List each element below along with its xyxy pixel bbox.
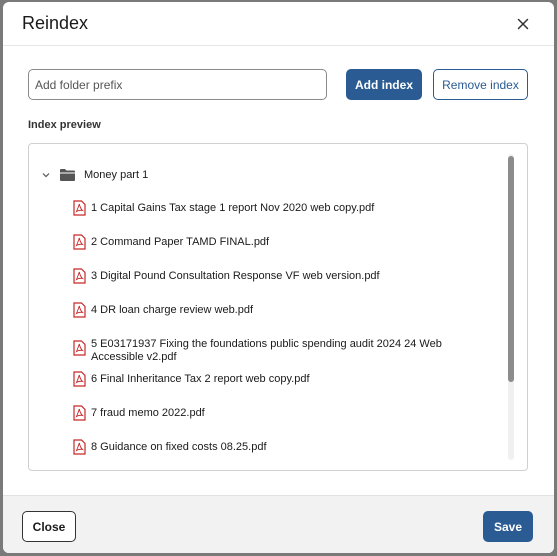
file-name: 6 Final Inheritance Tax 2 report web cop… bbox=[91, 373, 310, 385]
close-icon[interactable] bbox=[513, 14, 533, 34]
pdf-icon bbox=[73, 405, 86, 421]
file-item[interactable]: 8 Guidance on fixed costs 08.25.pdf bbox=[73, 439, 491, 455]
file-item[interactable]: 3 Digital Pound Consultation Response VF… bbox=[73, 268, 491, 284]
file-name: 4 DR loan charge review web.pdf bbox=[91, 304, 254, 316]
chevron-down-icon[interactable] bbox=[41, 170, 51, 180]
folder-row[interactable]: Money part 1 bbox=[41, 166, 148, 184]
pdf-icon bbox=[73, 268, 86, 284]
file-name: 7 fraud memo 2022.pdf bbox=[91, 407, 205, 419]
dialog-header: Reindex bbox=[3, 2, 554, 46]
pdf-icon bbox=[73, 371, 86, 387]
index-preview-panel: Money part 1 1 Capital Gains Tax stage 1… bbox=[28, 143, 528, 471]
folder-prefix-input[interactable] bbox=[28, 69, 327, 100]
scrollbar-thumb[interactable] bbox=[508, 156, 514, 382]
remove-index-button[interactable]: Remove index bbox=[433, 69, 528, 100]
pdf-icon bbox=[73, 439, 86, 455]
file-item[interactable]: 6 Final Inheritance Tax 2 report web cop… bbox=[73, 371, 491, 387]
index-preview-label: Index preview bbox=[28, 119, 101, 131]
file-item[interactable]: 2 Command Paper TAMD FINAL.pdf bbox=[73, 234, 491, 250]
add-index-button[interactable]: Add index bbox=[346, 69, 422, 100]
dialog-title: Reindex bbox=[22, 13, 89, 33]
pdf-icon bbox=[73, 234, 86, 250]
file-name: 1 Capital Gains Tax stage 1 report Nov 2… bbox=[91, 202, 375, 214]
file-item[interactable]: 7 fraud memo 2022.pdf bbox=[73, 405, 491, 421]
close-button[interactable]: Close bbox=[22, 511, 76, 542]
file-name: 3 Digital Pound Consultation Response VF… bbox=[91, 270, 380, 282]
file-item[interactable]: 1 Capital Gains Tax stage 1 report Nov 2… bbox=[73, 200, 491, 216]
save-button[interactable]: Save bbox=[483, 511, 533, 542]
file-name: 5 E03171937 Fixing the foundations publi… bbox=[91, 338, 442, 363]
folder-name: Money part 1 bbox=[84, 169, 149, 181]
dialog-footer: Close Save bbox=[3, 495, 554, 553]
file-item[interactable]: 5 E03171937 Fixing the foundations publi… bbox=[73, 336, 491, 364]
file-name: 8 Guidance on fixed costs 08.25.pdf bbox=[91, 441, 267, 453]
file-name: 2 Command Paper TAMD FINAL.pdf bbox=[91, 236, 270, 248]
pdf-icon bbox=[73, 200, 86, 216]
file-item[interactable]: 4 DR loan charge review web.pdf bbox=[73, 302, 491, 318]
pdf-icon bbox=[73, 340, 86, 356]
folder-icon bbox=[60, 169, 75, 181]
reindex-dialog: Reindex Add index Remove index Index pre… bbox=[3, 2, 554, 553]
pdf-icon bbox=[73, 302, 86, 318]
